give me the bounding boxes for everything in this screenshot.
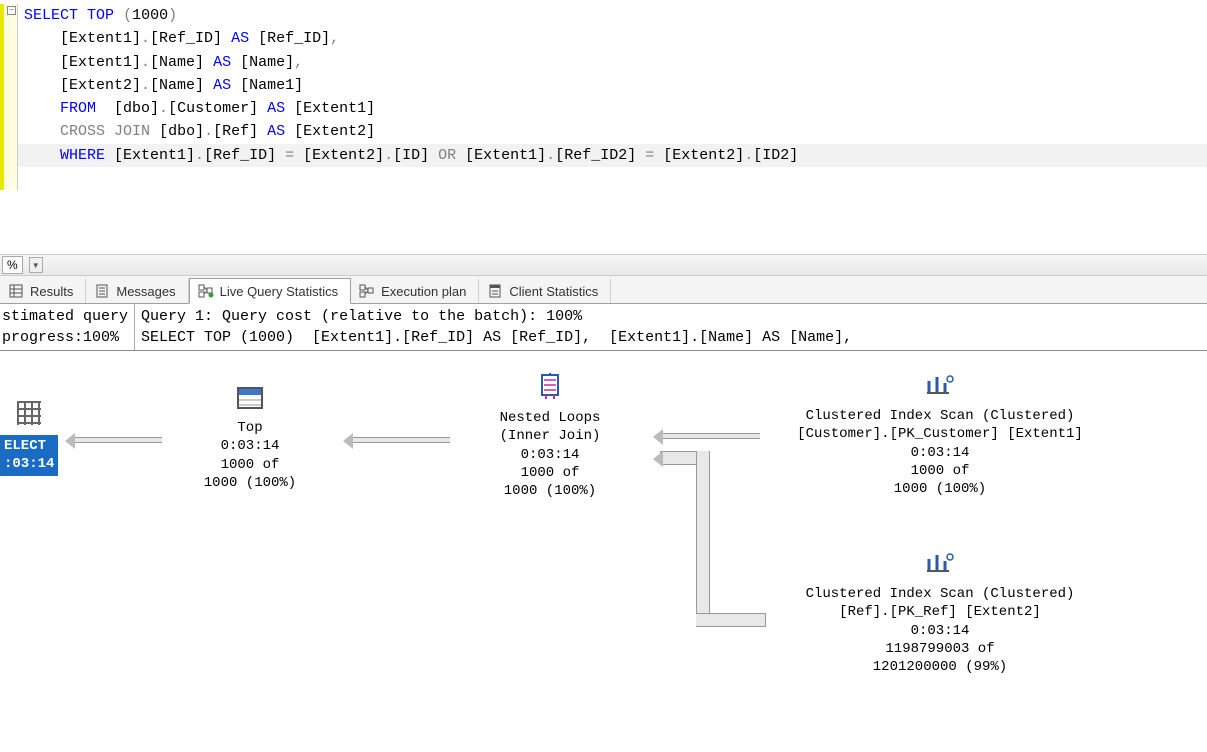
plan-scan2-rows-b: 1201200000 (99%) <box>760 658 1120 676</box>
results-tab-strip: Results Messages Live Query Statistics Exec… <box>0 276 1207 304</box>
zoom-percent[interactable]: % <box>2 256 23 274</box>
zoom-dropdown-icon[interactable]: ▼ <box>29 257 43 273</box>
execution-plan-canvas[interactable]: ELECT :03:14 Top 0:03:14 1000 of 1000 (1… <box>0 351 1207 701</box>
plan-nl-sub: (Inner Join) <box>460 427 640 445</box>
plan-nl-time: 0:03:14 <box>460 446 640 464</box>
plan-select-label: ELECT <box>4 437 54 455</box>
sql-editor[interactable]: − SELECT TOP (1000) [Extent1].[Ref_ID] A… <box>0 0 1207 194</box>
query-cost-cell: Query 1: Query cost (relative to the bat… <box>135 304 858 350</box>
plan-scan2-rows-a: 1198799003 of <box>760 640 1120 658</box>
plan-top-rows-a: 1000 of <box>180 456 320 474</box>
plan-scan1-rows-a: 1000 of <box>760 462 1120 480</box>
plan-node-select[interactable]: ELECT :03:14 <box>0 401 58 476</box>
plan-connector-icon <box>696 613 766 627</box>
clustered-index-scan-icon <box>925 373 955 397</box>
plan-top-rows-b: 1000 (100%) <box>180 474 320 492</box>
tab-icon <box>487 283 503 299</box>
plan-scan2-time: 0:03:14 <box>760 622 1120 640</box>
tab-label: Results <box>30 284 73 299</box>
zoom-bar: % ▼ <box>0 254 1207 276</box>
plan-scan1-sub: [Customer].[PK_Customer] [Extent1] <box>760 425 1120 443</box>
plan-node-index-scan-customer[interactable]: Clustered Index Scan (Clustered) [Custom… <box>760 373 1120 498</box>
plan-nl-rows-a: 1000 of <box>460 464 640 482</box>
plan-node-index-scan-ref[interactable]: Clustered Index Scan (Clustered) [Ref].[… <box>760 551 1120 676</box>
plan-scan2-sub: [Ref].[PK_Ref] [Extent2] <box>760 603 1120 621</box>
tab-icon <box>8 283 24 299</box>
tab-execution-plan[interactable]: Execution plan <box>351 279 479 303</box>
tab-results[interactable]: Results <box>0 279 86 303</box>
plan-node-nested-loops[interactable]: Nested Loops (Inner Join) 0:03:14 1000 o… <box>460 373 640 500</box>
plan-node-top[interactable]: Top 0:03:14 1000 of 1000 (100%) <box>180 387 320 492</box>
tab-messages[interactable]: Messages <box>86 279 188 303</box>
plan-scan1-rows-b: 1000 (100%) <box>760 480 1120 498</box>
plan-nl-title: Nested Loops <box>460 409 640 427</box>
plan-arrow-icon <box>350 437 450 443</box>
top-operator-icon <box>237 387 263 409</box>
tab-icon <box>198 283 214 299</box>
plan-top-time: 0:03:14 <box>180 437 320 455</box>
collapse-toggle-icon[interactable]: − <box>7 6 16 15</box>
query-status-header: stimated query progress:100% Query 1: Qu… <box>0 304 1207 351</box>
tab-icon <box>359 283 375 299</box>
plan-select-time: :03:14 <box>4 455 54 473</box>
tab-label: Live Query Statistics <box>220 284 339 299</box>
plan-scan1-time: 0:03:14 <box>760 444 1120 462</box>
tab-icon <box>94 283 110 299</box>
nested-loops-icon <box>536 373 564 399</box>
plan-nl-rows-b: 1000 (100%) <box>460 482 640 500</box>
select-result-icon <box>17 401 41 425</box>
plan-arrow-icon <box>660 433 760 439</box>
plan-scan2-title: Clustered Index Scan (Clustered) <box>760 585 1120 603</box>
sql-code[interactable]: SELECT TOP (1000) [Extent1].[Ref_ID] AS … <box>18 4 1207 190</box>
tab-label: Execution plan <box>381 284 466 299</box>
plan-top-title: Top <box>180 419 320 437</box>
tab-client-statistics[interactable]: Client Statistics <box>479 279 611 303</box>
editor-gutter: − <box>0 4 18 190</box>
estimated-progress-cell: stimated query progress:100% <box>0 304 135 350</box>
tab-label: Messages <box>116 284 175 299</box>
plan-scan1-title: Clustered Index Scan (Clustered) <box>760 407 1120 425</box>
clustered-index-scan-icon <box>925 551 955 575</box>
tab-label: Client Statistics <box>509 284 598 299</box>
plan-connector-icon <box>696 451 710 627</box>
tab-live-query-statistics[interactable]: Live Query Statistics <box>189 278 352 304</box>
plan-arrow-icon <box>72 437 162 443</box>
